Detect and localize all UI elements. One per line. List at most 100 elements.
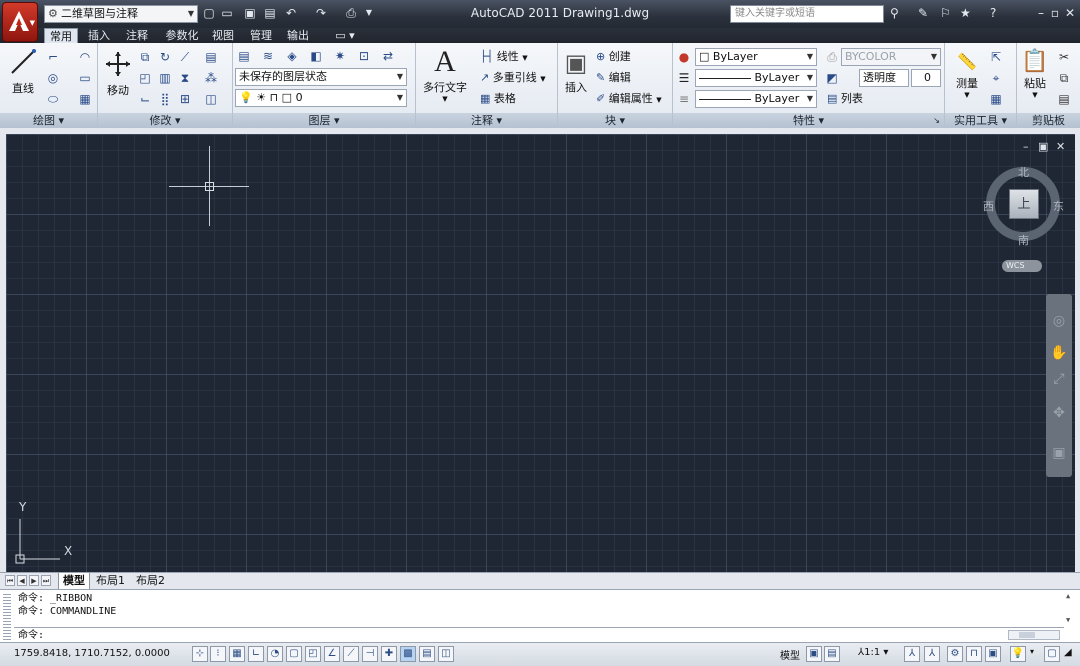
workspace-dropdown[interactable]: ⚙ 二维草图与注释 ▼ xyxy=(44,5,198,23)
zoom-extents-icon[interactable]: ⤢ xyxy=(1050,370,1068,388)
clean-screen-icon[interactable]: ▢ xyxy=(1044,646,1060,662)
prev-tab-icon[interactable]: ◀ xyxy=(17,575,27,586)
explode-icon[interactable]: ⁂ xyxy=(202,69,220,87)
copy-icon[interactable]: ⧉ xyxy=(136,48,154,66)
save-as-icon[interactable]: ▤ xyxy=(263,6,277,20)
command-prompt[interactable]: 命令: xyxy=(18,629,44,642)
tab-home[interactable]: 常用 xyxy=(44,28,78,43)
new-file-icon[interactable]: ▢ xyxy=(202,6,216,20)
communication-center-icon[interactable]: ✎ xyxy=(918,6,928,20)
edit-block-button[interactable]: ✎ 编辑 xyxy=(596,70,631,86)
snap-mode-icon[interactable]: ⁝ xyxy=(210,646,226,662)
hardware-acceleration-icon[interactable]: ▣ xyxy=(985,646,1001,662)
orbit-icon[interactable]: ✥ xyxy=(1050,404,1068,422)
tab-annotate[interactable]: 注释 xyxy=(120,28,154,43)
linear-dim-button[interactable]: ├┤ 线性 ▼ xyxy=(480,49,528,66)
isolate-objects-icon[interactable]: 💡 xyxy=(1010,646,1026,662)
list-button[interactable]: ▤ 列表 xyxy=(827,91,863,107)
layout-tab-model[interactable]: 模型 xyxy=(58,573,90,589)
arc-icon[interactable]: ◠ xyxy=(76,48,94,66)
cut-icon[interactable]: ✂ xyxy=(1055,48,1073,66)
infer-constraints-icon[interactable]: ⊹ xyxy=(192,646,208,662)
tab-insert[interactable]: 插入 xyxy=(82,28,116,43)
layer-states-icon[interactable]: ≋ xyxy=(259,47,277,65)
compass-east[interactable]: 东 xyxy=(1053,198,1064,214)
lineweight-toggle-icon[interactable]: ✚ xyxy=(381,646,397,662)
auto-scale-icon[interactable]: ⅄ xyxy=(924,646,940,662)
trim-icon[interactable]: ⟋ xyxy=(176,48,194,66)
scale-icon[interactable]: ◰ xyxy=(136,69,154,87)
layer-off-icon[interactable]: ◧ xyxy=(307,47,325,65)
insert-block-button[interactable]: ▣ 插入 xyxy=(560,47,592,95)
layer-lock-icon[interactable]: ⊡ xyxy=(355,47,373,65)
polyline-icon[interactable]: ⌐ xyxy=(44,48,62,66)
tab-parametric[interactable]: 参数化 xyxy=(160,28,204,43)
stretch-icon[interactable]: ▥ xyxy=(156,69,174,87)
line-button[interactable]: 直线 xyxy=(6,47,40,96)
tab-manage[interactable]: 管理 xyxy=(244,28,278,43)
mtext-button[interactable]: A 多行文字 ▼ xyxy=(422,45,468,103)
copy-clip-icon[interactable]: ⧉ xyxy=(1055,69,1073,87)
layer-state-dropdown[interactable]: 未保存的图层状态 ▼ xyxy=(235,68,407,86)
tab-view[interactable]: 视图 xyxy=(206,28,240,43)
edit-attributes-button[interactable]: ✐ 编辑属性 ▼ xyxy=(596,91,662,108)
offset-icon[interactable]: ⊞ xyxy=(176,90,194,108)
restore-button[interactable]: ▫ xyxy=(1047,5,1063,21)
panel-title-draw[interactable]: 绘图 ▾ xyxy=(0,113,97,128)
first-tab-icon[interactable]: ⏮ xyxy=(5,575,15,586)
command-grip[interactable] xyxy=(3,594,11,640)
transparency-icon[interactable]: ◩ xyxy=(823,69,841,87)
panel-title-clipboard[interactable]: 剪贴板 xyxy=(1017,113,1080,128)
binoculars-icon[interactable]: ⚲ xyxy=(890,6,899,20)
search-input[interactable]: 键入关键字或短语 xyxy=(730,5,884,23)
create-block-button[interactable]: ⊕ 创建 xyxy=(596,49,631,65)
object-snap-tracking-icon[interactable]: ∠ xyxy=(324,646,340,662)
transparency-input[interactable]: 0 xyxy=(911,69,941,87)
measure-button[interactable]: 📏 测量 ▼ xyxy=(949,49,985,99)
print-icon[interactable]: ⎙ xyxy=(344,6,358,20)
lock-ui-icon[interactable]: ⊓ xyxy=(966,646,982,662)
viewcube[interactable]: 上 xyxy=(1009,189,1039,219)
help-icon[interactable]: ? xyxy=(990,6,996,20)
wcs-menu[interactable]: WCS xyxy=(1002,260,1042,272)
coordinates-readout[interactable]: 1759.8418, 1710.7152, 0.0000 xyxy=(14,648,170,659)
annotation-visibility-icon[interactable]: ⅄ xyxy=(904,646,920,662)
panel-title-modify[interactable]: 修改 ▾ xyxy=(98,113,232,128)
multileader-button[interactable]: ↗ 多重引线 ▼ xyxy=(480,70,546,87)
undo-icon[interactable]: ↶ xyxy=(284,6,298,20)
status-tray-icon[interactable]: ◢ xyxy=(1064,647,1072,658)
scroll-up-icon[interactable]: ▲ xyxy=(1066,592,1070,600)
ortho-mode-icon[interactable]: ∟ xyxy=(248,646,264,662)
compass-west[interactable]: 西 xyxy=(983,198,994,214)
viewport-restore-icon[interactable]: ▣ xyxy=(1038,140,1048,153)
hatch-icon[interactable]: ▦ xyxy=(76,90,94,108)
compass-north[interactable]: 北 xyxy=(1018,164,1029,180)
drawing-canvas[interactable]: – ▣ ✕ 上 北 南 东 西 WCS ◎ ✋ ⤢ ✥ ▣ Y X xyxy=(6,134,1075,572)
paste-button[interactable]: 📋 粘贴 ▼ xyxy=(1019,49,1051,99)
panel-title-properties[interactable]: 特性 ▾ ↘ xyxy=(673,113,944,128)
circle-icon[interactable]: ◎ xyxy=(44,69,62,87)
move-button[interactable]: 移动 xyxy=(102,49,134,98)
3d-object-snap-icon[interactable]: ◰ xyxy=(305,646,321,662)
status-menu-icon[interactable]: ▾ xyxy=(1030,647,1034,656)
polar-tracking-icon[interactable]: ◔ xyxy=(267,646,283,662)
current-layer-dropdown[interactable]: 💡 ☀ ⊓ □ 0 ▼ xyxy=(235,89,407,107)
panel-title-block[interactable]: 块 ▾ xyxy=(558,113,672,128)
pan-hand-icon[interactable]: ✋ xyxy=(1050,344,1068,362)
layer-match-icon[interactable]: ⇄ xyxy=(379,47,397,65)
showmotion-icon[interactable]: ▣ xyxy=(1050,444,1068,462)
layer-properties-icon[interactable]: ▤ xyxy=(235,47,253,65)
mirror-icon[interactable]: ⧗ xyxy=(176,69,194,87)
next-tab-icon[interactable]: ▶ xyxy=(29,575,39,586)
color-dropdown[interactable]: □ ByLayer ▼ xyxy=(695,48,817,66)
workspace-switching-icon[interactable]: ⚙ xyxy=(947,646,963,662)
transparency-toggle-icon[interactable]: ▩ xyxy=(400,646,416,662)
layer-iso-icon[interactable]: ◈ xyxy=(283,47,301,65)
rectangle-icon[interactable]: ▭ xyxy=(76,69,94,87)
tab-output[interactable]: 输出 xyxy=(281,28,315,43)
match-properties-icon[interactable]: ▤ xyxy=(1055,90,1073,108)
layout-tab-layout1[interactable]: 布局1 xyxy=(92,573,129,589)
ellipse-icon[interactable]: ⬭ xyxy=(44,90,62,108)
select-all-icon[interactable]: ⌖ xyxy=(987,69,1005,87)
qat-menu-icon[interactable]: ▼ xyxy=(362,6,376,20)
